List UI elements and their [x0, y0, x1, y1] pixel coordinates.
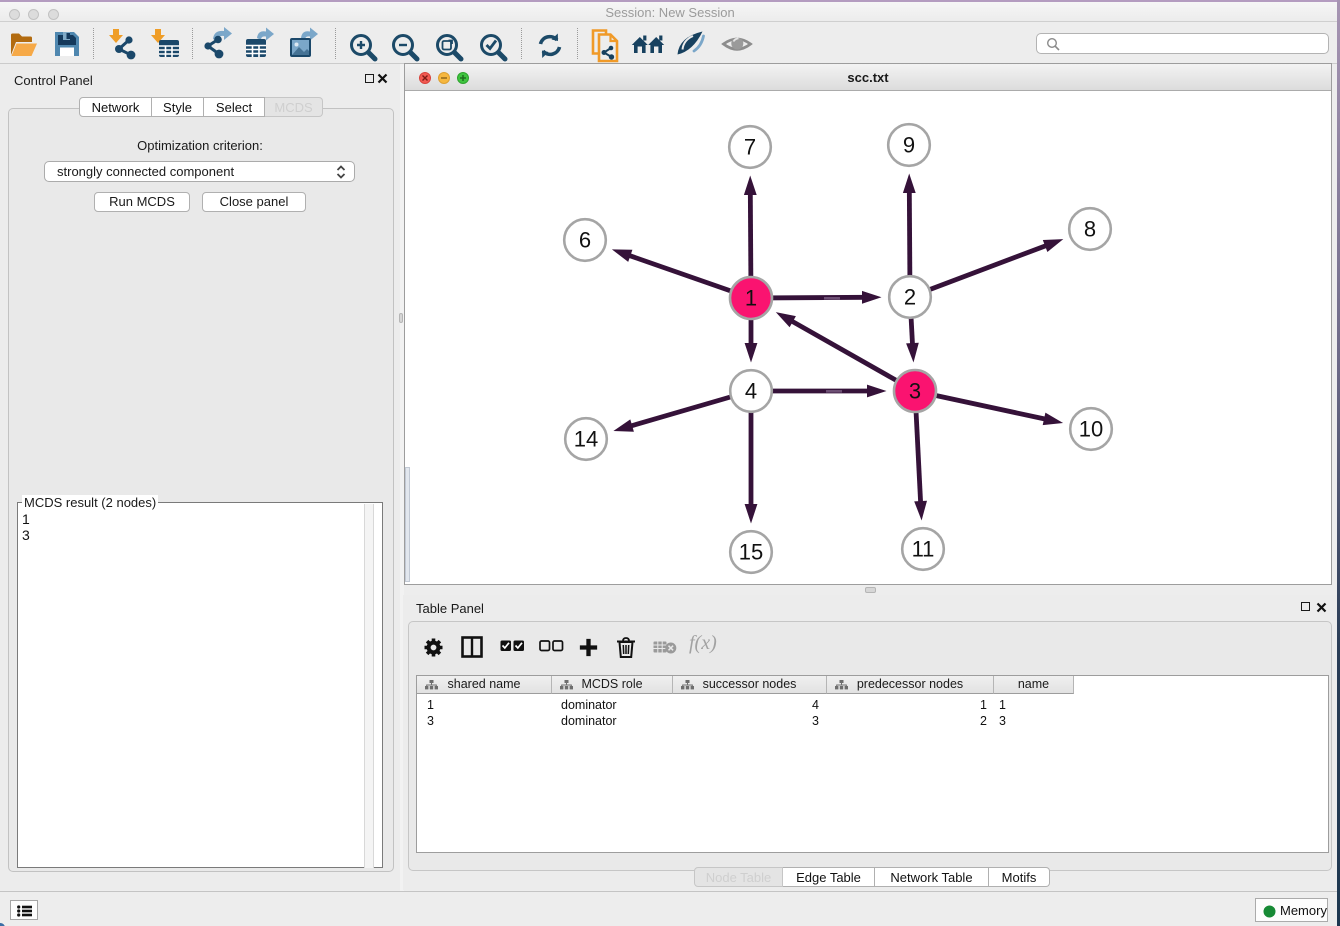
svg-text:1: 1	[745, 286, 757, 311]
svg-text:6: 6	[579, 228, 591, 253]
svg-text:14: 14	[574, 427, 598, 452]
svg-text:3: 3	[909, 379, 921, 404]
svg-text:7: 7	[744, 135, 756, 160]
svg-text:10: 10	[1079, 417, 1103, 442]
svg-text:4: 4	[745, 379, 757, 404]
svg-text:8: 8	[1084, 217, 1096, 242]
svg-text:15: 15	[739, 540, 763, 565]
svg-text:11: 11	[912, 537, 935, 562]
svg-text:9: 9	[903, 133, 915, 158]
svg-text:2: 2	[904, 285, 916, 310]
